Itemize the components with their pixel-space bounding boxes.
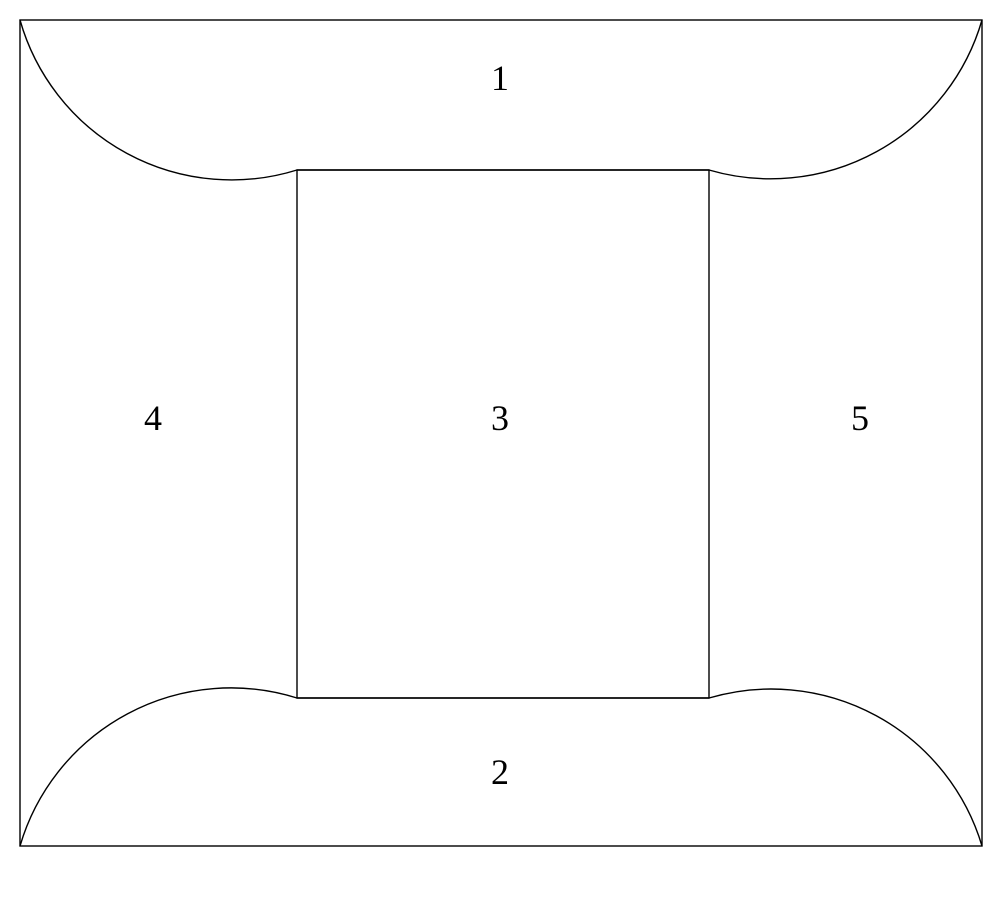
label-region-5: 5 [851,397,869,439]
label-region-3: 3 [491,397,509,439]
label-region-1: 1 [491,57,509,99]
label-region-4: 4 [144,397,162,439]
label-region-2: 2 [491,751,509,793]
diagram-canvas: 1 2 3 4 5 [0,0,1000,900]
